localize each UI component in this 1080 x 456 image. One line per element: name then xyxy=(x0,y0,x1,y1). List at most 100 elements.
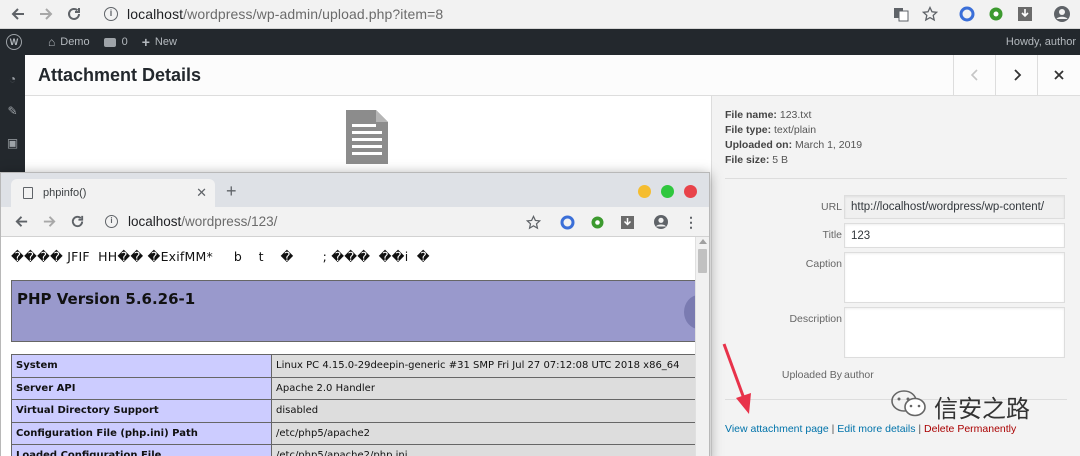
dashboard-icon[interactable]: ◔ xyxy=(0,63,25,95)
wechat-logo-icon xyxy=(890,388,928,425)
phpinfo-browser-window: phpinfo() ✕ + i localhost/wordpress/123/ xyxy=(0,172,710,456)
page-icon xyxy=(23,187,33,199)
reload-icon[interactable] xyxy=(60,0,88,28)
new-content-link[interactable]: + New xyxy=(142,34,177,50)
site-name-link[interactable]: ⌂ Demo xyxy=(48,35,90,49)
phpinfo-value: /etc/php5/apache2/php.ini xyxy=(271,444,695,456)
url-host: localhost xyxy=(128,214,182,229)
phpinfo-value: /etc/php5/apache2 xyxy=(271,421,695,445)
caption-label: Caption xyxy=(805,258,842,270)
media-icon[interactable]: ▣ xyxy=(0,127,25,159)
uploaded-by-value: author xyxy=(844,369,874,381)
php-version-title: PHP Version 5.6.26-1 xyxy=(17,290,196,308)
back-icon[interactable] xyxy=(4,0,32,28)
pin-icon[interactable]: ✎ xyxy=(0,95,25,127)
star-icon[interactable] xyxy=(523,212,543,232)
phpinfo-key: Loaded Configuration File xyxy=(11,444,272,456)
divider xyxy=(725,178,1067,179)
document-icon xyxy=(346,110,388,169)
tab-phpinfo[interactable]: phpinfo() ✕ xyxy=(11,179,215,207)
extension-ring-icon[interactable] xyxy=(957,4,977,24)
site-name: Demo xyxy=(60,36,90,48)
file-size-label: File size: xyxy=(725,154,770,166)
new-label: New xyxy=(154,36,177,48)
phpinfo-row: System Linux PC 4.15.0-29deepin-generic #… xyxy=(11,354,695,378)
file-size-value: 5 B xyxy=(772,154,789,166)
phpinfo-value: disabled xyxy=(271,399,695,423)
phpinfo-key: Virtual Directory Support xyxy=(11,399,272,423)
info-icon[interactable]: i xyxy=(104,7,118,21)
address-bar[interactable]: i localhost/wordpress/123/ xyxy=(105,214,277,229)
watermark-text: 信安之路 xyxy=(934,395,1030,423)
phpinfo-row: Server API Apache 2.0 Handler xyxy=(11,376,695,400)
download-icon[interactable] xyxy=(617,212,637,232)
phpinfo-value: Linux PC 4.15.0-29deepin-generic #31 SMP… xyxy=(271,354,695,378)
comments-link[interactable]: 0 xyxy=(103,36,128,48)
account-icon[interactable] xyxy=(651,212,671,232)
outer-browser-toolbar: i localhost/wordpress/wp-admin/upload.ph… xyxy=(0,0,1080,29)
account-icon[interactable] xyxy=(1052,4,1072,24)
phpinfo-row: Configuration File (php.ini) Path/etc/ph… xyxy=(11,421,695,445)
extension-ring-icon[interactable] xyxy=(557,212,577,232)
forward-icon[interactable] xyxy=(35,208,63,236)
minimize-button[interactable] xyxy=(638,185,651,198)
close-modal-button[interactable] xyxy=(1037,55,1079,95)
inner-browser-toolbar: i localhost/wordpress/123/ ⋮ xyxy=(1,207,709,237)
separator: | xyxy=(828,423,838,435)
file-name-label: File name: xyxy=(725,109,777,121)
file-info: File name: 123.txt File type: text/plain… xyxy=(725,108,862,168)
modal-title: Attachment Details xyxy=(38,65,202,85)
view-attachment-page-link[interactable]: View attachment page xyxy=(725,423,829,435)
download-icon[interactable] xyxy=(1015,4,1035,24)
next-attachment-button[interactable] xyxy=(995,55,1037,95)
home-icon: ⌂ xyxy=(48,35,56,49)
phpinfo-key: Server API xyxy=(11,376,272,400)
menu-icon[interactable]: ⋮ xyxy=(681,212,701,232)
binary-garbage-text: ���� JFIF HH�� �ExifMM* b t � ; ��� ��i … xyxy=(11,249,430,264)
comment-icon xyxy=(103,37,116,47)
description-field[interactable] xyxy=(844,307,1065,358)
phpinfo-row: Virtual Directory Support disabled xyxy=(11,399,695,423)
url-field[interactable]: http://localhost/wordpress/wp-content/ xyxy=(844,195,1065,219)
phpinfo-table: System Linux PC 4.15.0-29deepin-generic #… xyxy=(11,354,695,456)
description-label: Description xyxy=(789,313,842,325)
phpinfo-key: Configuration File (php.ini) Path xyxy=(11,421,272,445)
phpinfo-key: System xyxy=(11,354,272,378)
title-label: Title xyxy=(822,229,842,241)
address-bar[interactable]: i localhost/wordpress/wp-admin/upload.ph… xyxy=(104,6,443,22)
scroll-up-icon[interactable] xyxy=(699,239,707,244)
url-label: URL xyxy=(820,201,842,213)
howdy-user[interactable]: Howdy, author xyxy=(1006,36,1076,48)
window-controls xyxy=(638,185,697,198)
title-field[interactable]: 123 xyxy=(844,223,1065,248)
star-icon[interactable] xyxy=(920,4,940,24)
reload-icon[interactable] xyxy=(63,208,91,236)
wordpress-logo-icon[interactable]: W xyxy=(6,34,22,50)
info-icon[interactable]: i xyxy=(105,215,118,228)
back-icon[interactable] xyxy=(7,208,35,236)
tab-title: phpinfo() xyxy=(43,187,87,199)
extension-gear-icon[interactable] xyxy=(986,4,1006,24)
previous-attachment-button[interactable] xyxy=(953,55,995,95)
phpinfo-row: Loaded Configuration File/etc/php5/apach… xyxy=(11,444,695,456)
new-tab-button[interactable]: + xyxy=(226,181,237,202)
vertical-scrollbar[interactable] xyxy=(695,237,709,456)
translate-icon[interactable] xyxy=(891,4,911,24)
extension-gear-icon[interactable] xyxy=(587,212,607,232)
forward-icon[interactable] xyxy=(32,0,60,28)
modal-header: Attachment Details xyxy=(25,55,1080,96)
close-tab-icon[interactable]: ✕ xyxy=(196,185,207,201)
uploaded-on-label: Uploaded on: xyxy=(725,139,793,151)
scroll-thumb[interactable] xyxy=(698,249,707,273)
phpinfo-value: Apache 2.0 Handler xyxy=(271,376,695,400)
caption-field[interactable] xyxy=(844,252,1065,303)
wp-admin-bar: W ⌂ Demo 0 + New Howdy, author xyxy=(0,29,1080,55)
plus-icon: + xyxy=(141,34,150,50)
url-path: /wordpress/wp-admin/upload.php?item=8 xyxy=(183,6,444,22)
close-window-button[interactable] xyxy=(684,185,697,198)
comments-count: 0 xyxy=(121,36,128,48)
maximize-button[interactable] xyxy=(661,185,674,198)
watermark: 信安之路 xyxy=(890,388,1030,425)
annotation-arrow-icon xyxy=(720,340,760,423)
file-type-value: text/plain xyxy=(774,124,817,136)
